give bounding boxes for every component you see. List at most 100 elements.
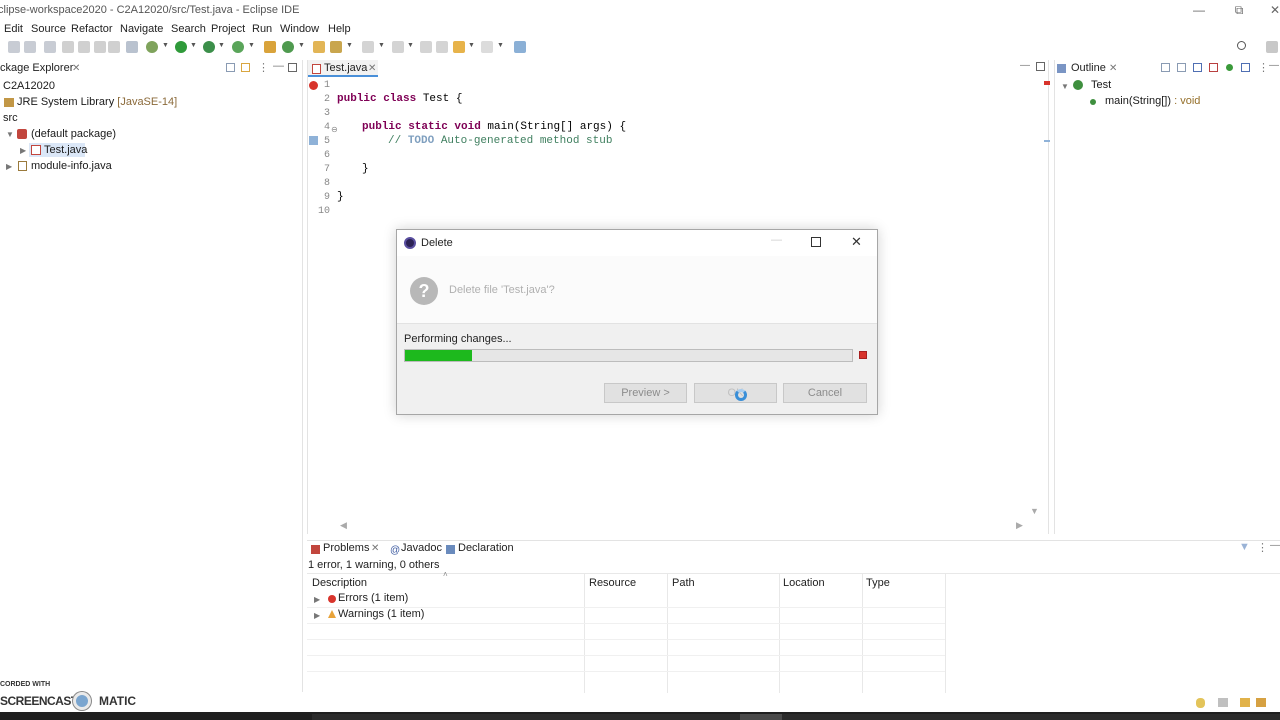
code-line[interactable]: // TODO Auto-generated method stub — [388, 135, 612, 147]
coverage-icon[interactable] — [203, 41, 215, 53]
new-java-package-icon[interactable] — [264, 41, 276, 53]
package-explorer-tab[interactable]: ckage Explorer — [0, 62, 73, 74]
menu-help[interactable]: Help — [328, 23, 351, 35]
save-icon[interactable] — [24, 41, 36, 53]
prev-annotation-icon[interactable] — [392, 41, 404, 53]
external-tools-icon[interactable] — [232, 41, 244, 53]
maximize-view-icon[interactable] — [288, 63, 297, 72]
minimize-view-icon[interactable]: — — [1020, 60, 1030, 71]
close-icon[interactable]: ✕ — [851, 234, 862, 250]
chevron-down-icon[interactable]: ▼ — [1061, 82, 1069, 91]
menu-edit[interactable]: Edit — [4, 23, 23, 35]
taskbar-active-app[interactable] — [740, 714, 782, 720]
debug-icon[interactable] — [146, 41, 158, 53]
copy-icon[interactable] — [94, 41, 106, 53]
chevron-down-icon[interactable]: ▼ — [218, 42, 225, 49]
column-location[interactable]: Location — [783, 577, 825, 589]
tip-icon[interactable] — [1196, 698, 1205, 708]
chevron-down-icon[interactable]: ▼ — [248, 42, 255, 49]
outline-tab[interactable]: Outline — [1071, 62, 1106, 74]
chevron-right-icon[interactable]: ▶ — [314, 611, 320, 620]
search-icon[interactable] — [1237, 41, 1246, 50]
open-type-icon[interactable] — [313, 41, 325, 53]
filter-icon[interactable]: ▼ — [1239, 541, 1250, 553]
restore-icon[interactable]: ⧉ — [1224, 2, 1254, 18]
column-type[interactable]: Type — [866, 577, 890, 589]
outline-method[interactable]: main(String[]) : void — [1105, 95, 1200, 107]
close-icon[interactable]: ✕ — [368, 63, 376, 74]
column-resource[interactable]: Resource — [589, 577, 636, 589]
tab-problems[interactable]: Problems — [323, 542, 369, 554]
column-description[interactable]: Description — [312, 577, 367, 589]
new-icon[interactable] — [8, 41, 20, 53]
pin-editor-icon[interactable] — [514, 41, 526, 53]
view-menu-icon[interactable]: ⋮ — [1258, 61, 1269, 74]
status-icon[interactable] — [1256, 698, 1266, 707]
tab-declaration[interactable]: Declaration — [458, 542, 514, 554]
code-line[interactable]: } — [337, 191, 344, 203]
menu-search[interactable]: Search — [171, 23, 206, 35]
menu-navigate[interactable]: Navigate — [120, 23, 163, 35]
sort-icon[interactable] — [1177, 63, 1186, 72]
scroll-right-icon[interactable]: ▶ — [1016, 520, 1023, 531]
scroll-down-icon[interactable]: ▼ — [1030, 506, 1039, 516]
perspective-icon[interactable] — [1266, 41, 1278, 53]
table-row[interactable]: ▶ Warnings (1 item) — [312, 608, 582, 622]
last-edit-icon[interactable] — [420, 41, 432, 53]
chevron-down-icon[interactable]: ▼ — [407, 42, 414, 49]
tree-default-package[interactable]: (default package) — [31, 128, 116, 140]
link-editor-icon[interactable] — [241, 63, 250, 72]
maximize-icon[interactable] — [811, 237, 821, 247]
overview-error-mark[interactable] — [1044, 81, 1050, 85]
chevron-down-icon[interactable]: ▼ — [378, 42, 385, 49]
tree-project[interactable]: C2A12020 — [3, 80, 55, 92]
menu-window[interactable]: Window — [280, 23, 319, 35]
collapse-all-icon[interactable] — [226, 63, 235, 72]
table-row[interactable]: ▶ Errors (1 item) — [312, 592, 582, 606]
chevron-right-icon[interactable]: ▶ — [6, 162, 12, 171]
search-tool-icon[interactable] — [330, 41, 342, 53]
overview-task-mark[interactable] — [1044, 140, 1050, 142]
tree-jre[interactable]: JRE System Library [JavaSE-14] — [17, 96, 177, 108]
back-nav-icon[interactable] — [436, 41, 448, 53]
close-icon[interactable]: ✕ — [72, 63, 80, 74]
close-icon[interactable]: ✕ — [1260, 2, 1280, 18]
status-icon[interactable] — [1240, 698, 1250, 707]
code-line[interactable]: public class Test { — [337, 93, 462, 105]
close-icon[interactable]: ✕ — [371, 543, 379, 554]
view-menu-icon[interactable]: ⋮ — [1257, 541, 1268, 554]
menu-source[interactable]: Source — [31, 23, 66, 35]
outline-class[interactable]: Test — [1091, 79, 1111, 91]
save-all-icon[interactable] — [44, 41, 56, 53]
menu-run[interactable]: Run — [252, 23, 272, 35]
preview-button[interactable]: Preview > — [604, 383, 687, 403]
tree-src[interactable]: src — [3, 112, 18, 124]
chevron-down-icon[interactable]: ▼ — [346, 42, 353, 49]
hide-local-types-icon[interactable] — [1241, 63, 1250, 72]
menu-project[interactable]: Project — [211, 23, 245, 35]
minimize-view-icon[interactable]: — — [1270, 540, 1280, 551]
stop-icon[interactable] — [859, 351, 867, 359]
hide-fields-icon[interactable] — [1193, 63, 1202, 72]
hide-static-icon[interactable] — [1209, 63, 1218, 72]
minimize-view-icon[interactable]: — — [273, 60, 284, 72]
code-line[interactable]: } — [362, 163, 369, 175]
new-java-class-icon[interactable] — [282, 41, 294, 53]
collapse-all-icon[interactable] — [1161, 63, 1170, 72]
minimize-icon[interactable]: — — [771, 234, 782, 246]
view-menu-icon[interactable]: ⋮ — [258, 61, 269, 74]
tree-test-java[interactable]: Test.java — [44, 144, 87, 156]
minimize-icon[interactable]: — — [1184, 2, 1214, 18]
close-icon[interactable]: ✕ — [1109, 63, 1117, 74]
chevron-down-icon[interactable]: ▼ — [162, 42, 169, 49]
editor-tab-test-java[interactable]: Test.java — [324, 62, 367, 74]
chevron-down-icon[interactable]: ▼ — [190, 42, 197, 49]
next-annotation-icon[interactable] — [362, 41, 374, 53]
column-path[interactable]: Path — [672, 577, 695, 589]
paste-icon[interactable] — [108, 41, 120, 53]
chevron-right-icon[interactable]: ▶ — [20, 146, 26, 155]
minimize-view-icon[interactable]: — — [1269, 60, 1279, 71]
back-icon[interactable] — [453, 41, 465, 53]
code-line[interactable]: public static void main(String[] args) { — [362, 121, 626, 133]
cut-icon[interactable] — [78, 41, 90, 53]
